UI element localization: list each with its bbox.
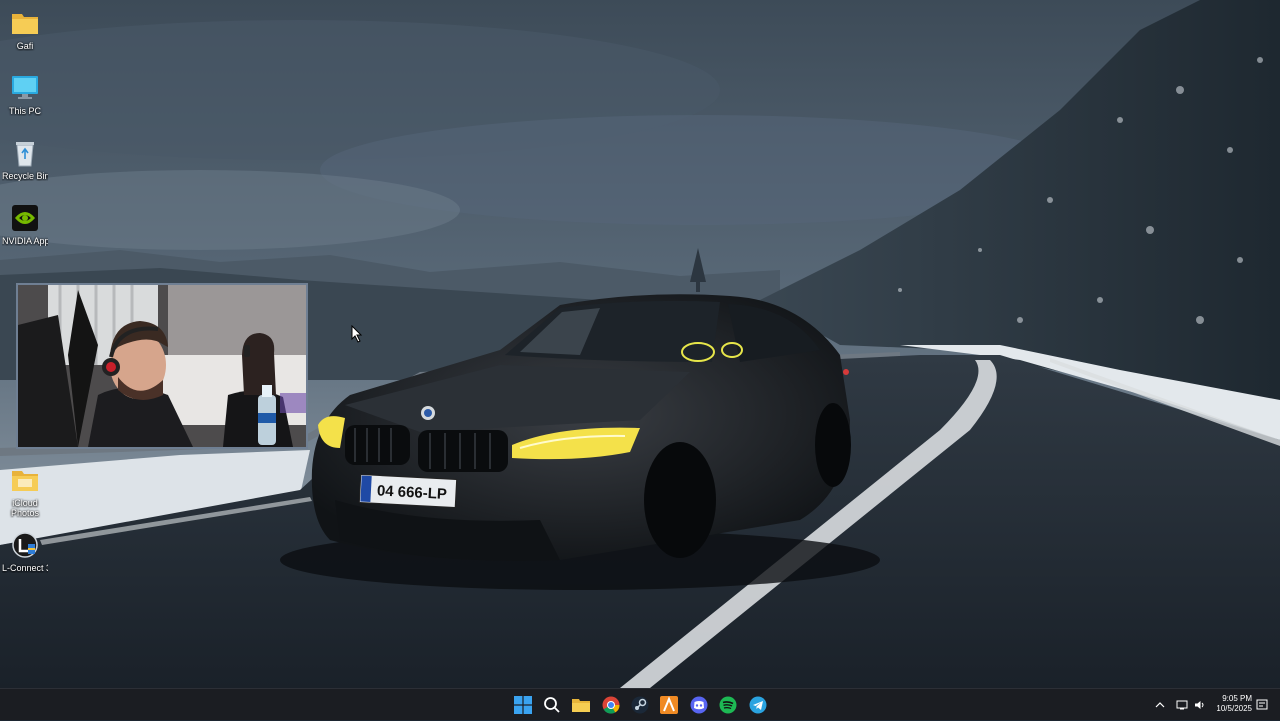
desktop-icon-recycle-bin[interactable]: Recycle Bin bbox=[2, 138, 48, 181]
desktop-icon-gafi[interactable]: Gafi bbox=[2, 8, 48, 51]
desktop-icon-label: Gafi bbox=[16, 41, 34, 51]
search-icon bbox=[544, 697, 560, 713]
desktop-icon-label: iCloud Photos bbox=[10, 498, 40, 518]
taskbar-orange-app[interactable] bbox=[657, 693, 681, 717]
desktop-icon-l-connect-3[interactable]: L-Connect 3 bbox=[2, 530, 48, 573]
lconnect-icon bbox=[10, 530, 40, 560]
taskbar-telegram[interactable] bbox=[746, 693, 770, 717]
windows-start-icon bbox=[514, 696, 532, 714]
monitor-icon bbox=[10, 73, 40, 103]
taskbar: 9:05 PM 10/5/2025 bbox=[0, 688, 1280, 720]
steam-icon bbox=[631, 696, 649, 714]
taskbar-chrome[interactable] bbox=[599, 693, 623, 717]
telegram-icon bbox=[749, 696, 767, 714]
taskbar-search-button[interactable] bbox=[540, 693, 564, 717]
folder-icon bbox=[10, 465, 40, 495]
notification-icon bbox=[1256, 699, 1268, 710]
clock-time: 9:05 PM bbox=[1222, 694, 1252, 703]
spotify-icon bbox=[719, 696, 737, 714]
folder-icon bbox=[572, 699, 590, 712]
chrome-icon bbox=[602, 696, 620, 714]
desktop-icon-icloud-photos[interactable]: iCloud Photos bbox=[2, 465, 48, 518]
nvidia-icon bbox=[10, 203, 40, 233]
folder-icon bbox=[10, 8, 40, 38]
desktop-icon-label: NVIDIA App bbox=[2, 236, 48, 246]
taskbar-start-button[interactable] bbox=[511, 693, 535, 717]
taskbar-steam[interactable] bbox=[628, 693, 652, 717]
orange-app-icon bbox=[660, 696, 678, 714]
mouse-cursor-icon bbox=[351, 324, 363, 348]
discord-icon bbox=[690, 696, 708, 714]
clock-date: 10/5/2025 bbox=[1216, 704, 1252, 713]
taskbar-file-explorer[interactable] bbox=[569, 693, 593, 717]
taskbar-discord[interactable] bbox=[687, 693, 711, 717]
taskbar-spotify[interactable] bbox=[716, 693, 740, 717]
desktop-icon-label: L-Connect 3 bbox=[2, 563, 48, 573]
desktop-icon-label: This PC bbox=[8, 106, 41, 116]
desktop-icon-this-pc[interactable]: This PC bbox=[2, 73, 48, 116]
desktop-icon-label: Recycle Bin bbox=[2, 171, 48, 181]
desktop-icon-nvidia-app[interactable]: NVIDIA App bbox=[2, 203, 48, 246]
volume-icon[interactable] bbox=[1192, 697, 1208, 713]
taskbar-clock[interactable]: 9:05 PM 10/5/2025 bbox=[1208, 694, 1252, 714]
webcam-overlay bbox=[16, 283, 308, 449]
recycle-bin-icon bbox=[10, 138, 40, 168]
system-tray bbox=[1152, 689, 1208, 721]
notification-button[interactable] bbox=[1254, 693, 1270, 717]
chevron-up-icon[interactable] bbox=[1152, 697, 1168, 713]
network-icon[interactable] bbox=[1174, 697, 1190, 713]
